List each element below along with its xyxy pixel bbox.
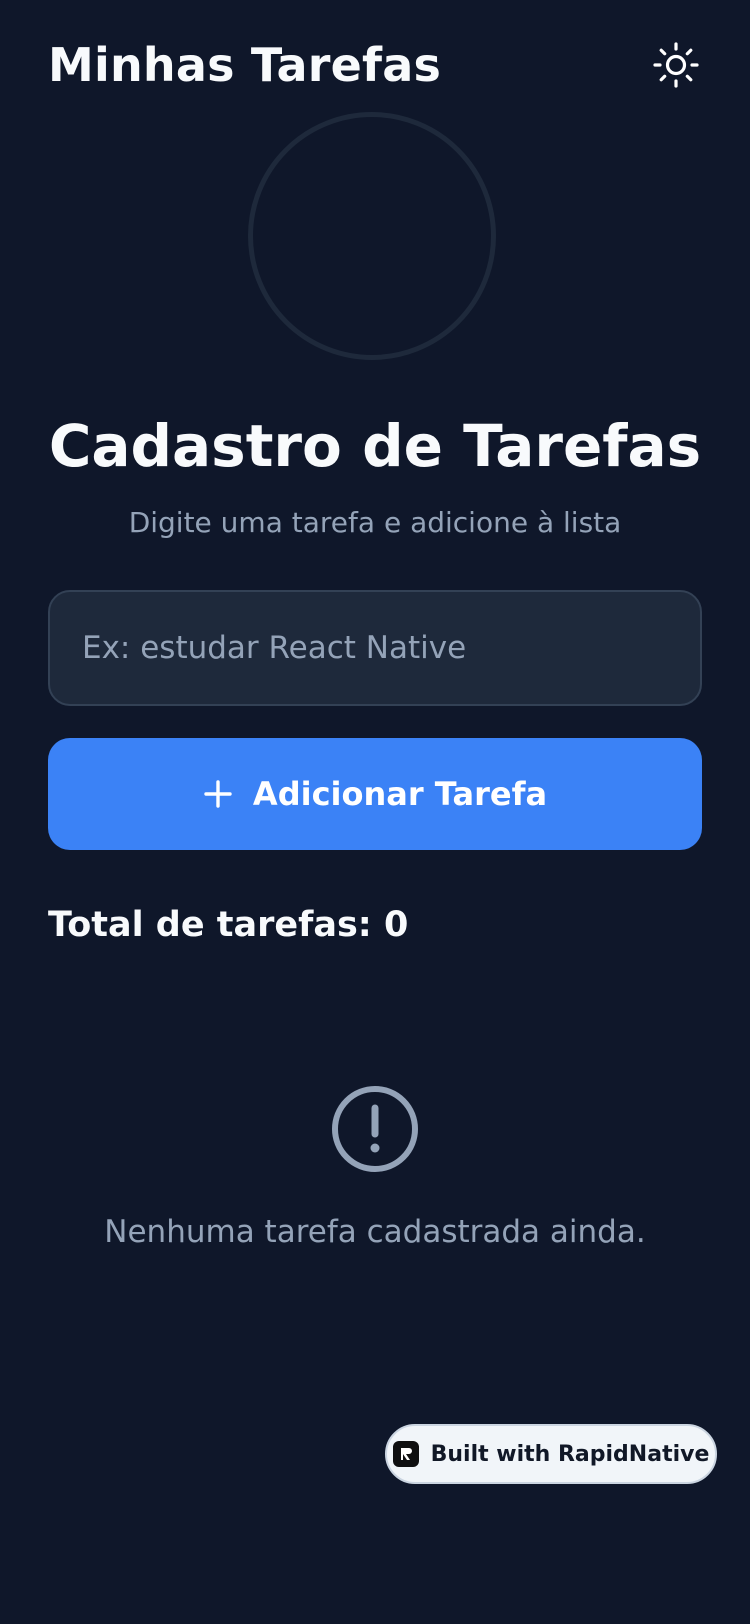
page-subtitle: Digite uma tarefa e adicione à lista bbox=[128, 506, 622, 539]
avatar-placeholder bbox=[248, 112, 496, 360]
add-task-button-label: Adicionar Tarefa bbox=[252, 775, 548, 813]
task-input[interactable] bbox=[48, 590, 702, 706]
theme-toggle-button[interactable] bbox=[650, 39, 702, 91]
plus-icon bbox=[204, 780, 232, 808]
task-count: Total de tarefas: 0 bbox=[48, 905, 409, 945]
built-with-badge[interactable]: Built with RapidNative bbox=[385, 1424, 717, 1484]
badge-label: Built with RapidNative bbox=[430, 1441, 710, 1467]
page-title: Cadastro de Tarefas bbox=[48, 412, 702, 480]
rapidnative-logo-icon bbox=[392, 1441, 419, 1467]
empty-state-message: Nenhuma tarefa cadastrada ainda. bbox=[104, 1214, 646, 1250]
app-title: Minhas Tarefas bbox=[48, 38, 442, 92]
app-header: Minhas Tarefas bbox=[48, 30, 702, 100]
sun-icon bbox=[653, 42, 699, 88]
add-task-button[interactable]: Adicionar Tarefa bbox=[48, 738, 702, 850]
exclamation-circle-icon bbox=[332, 1086, 418, 1172]
